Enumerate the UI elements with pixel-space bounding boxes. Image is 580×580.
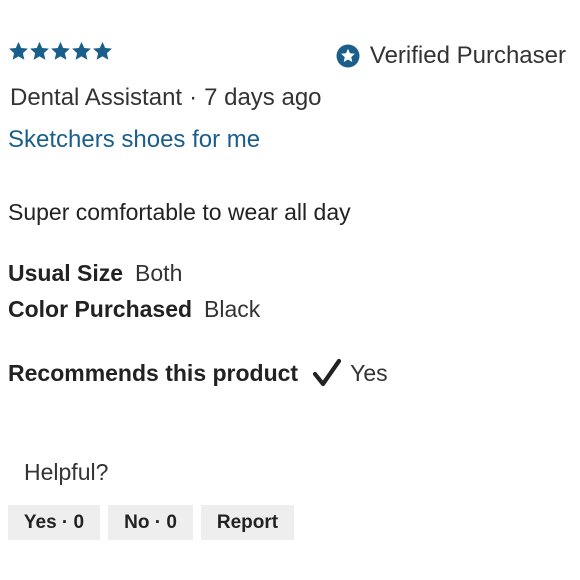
verified-label: Verified Purchaser [369,42,566,69]
verified-purchaser-badge: Verified Purchaser [336,42,566,70]
attribute-value: Black [204,296,261,322]
review-card: Verified Purchaser Dental Assistant · 7 da… [0,0,580,580]
star-icon [29,40,50,62]
reviewer-name: Dental Assistant [10,84,183,111]
star-icon [92,40,113,62]
attribute-color-purchased: Color Purchased Black [8,296,260,323]
star-rating [8,40,113,62]
review-date: 7 days ago [204,84,322,111]
recommends-product: Recommends this product Yes [8,358,388,388]
attribute-usual-size: Usual Size Both [8,260,182,287]
helpful-no-button[interactable]: No · 0 [108,505,193,540]
recommends-value: Yes [350,359,388,386]
helpful-actions: Yes · 0 No · 0 Report [8,505,294,540]
recommends-label: Recommends this product [8,359,299,386]
helpful-prompt: Helpful? [24,459,109,485]
checkmark-icon [312,358,342,388]
star-icon [8,40,29,62]
reviewer-meta: Dental Assistant · 7 days ago [10,84,322,112]
star-badge-icon [336,44,360,68]
review-body: Super comfortable to wear all day [8,199,351,225]
attribute-label: Usual Size [8,260,124,286]
star-icon [50,40,71,62]
report-button[interactable]: Report [201,505,294,540]
helpful-yes-button[interactable]: Yes · 0 [8,505,100,540]
review-title: Sketchers shoes for me [8,126,261,153]
attribute-value: Both [135,260,183,286]
attribute-label: Color Purchased [8,296,193,322]
star-icon [71,40,92,62]
meta-separator: · [189,84,198,111]
